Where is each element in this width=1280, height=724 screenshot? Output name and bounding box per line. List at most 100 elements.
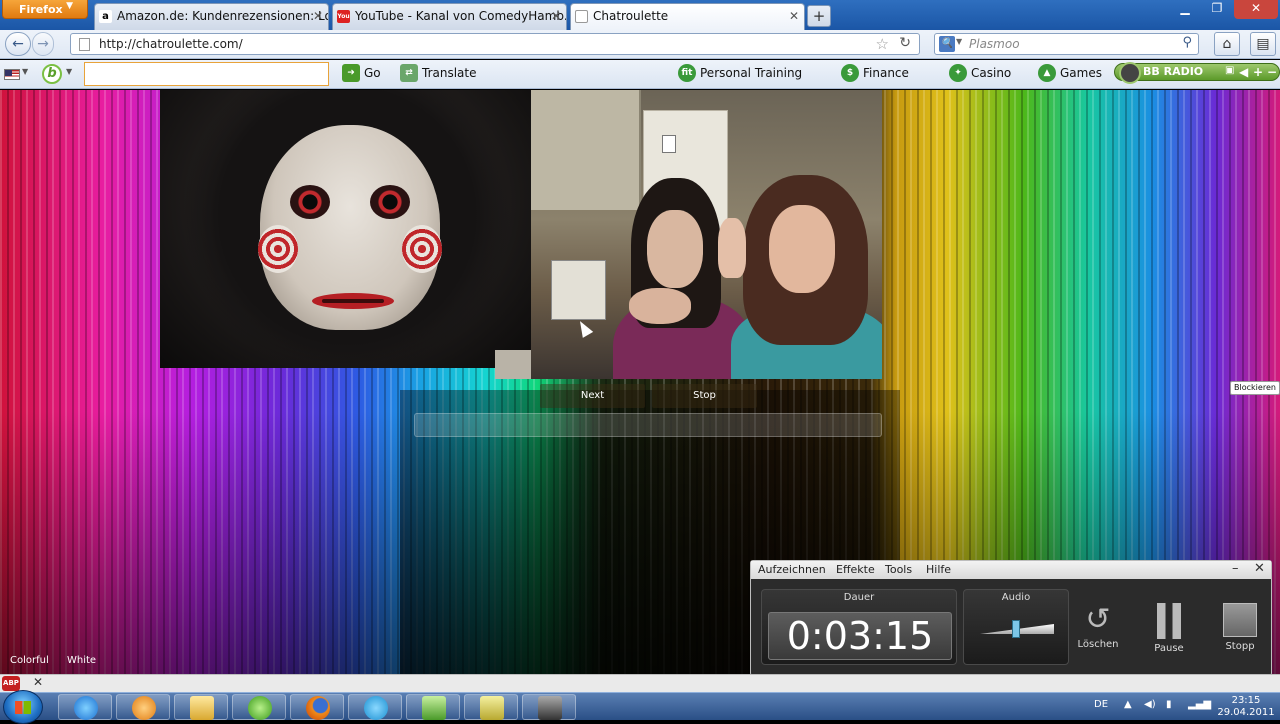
skype-icon <box>364 696 388 720</box>
signal-icon[interactable]: ▂▄▆ <box>1188 699 1211 710</box>
taskbar-explorer[interactable] <box>174 694 228 720</box>
volume-icon[interactable]: ◀ <box>1239 65 1248 79</box>
fridge-note <box>662 135 676 153</box>
language-indicator[interactable]: DE <box>1094 699 1108 710</box>
network-icon <box>422 696 446 720</box>
power-icon[interactable]: ▮ <box>1166 699 1172 710</box>
url-bar[interactable]: http://chatroulette.com/ ☆ ↻ <box>70 33 920 55</box>
link-games[interactable]: ▲ Games <box>1038 64 1102 82</box>
taskbar-icq[interactable] <box>232 694 286 720</box>
menu-aufzeichnen[interactable]: Aufzeichnen <box>758 563 826 576</box>
link-label: Finance <box>863 66 909 80</box>
link-finance[interactable]: $ Finance <box>841 64 909 82</box>
home-button[interactable]: ⌂ <box>1214 32 1240 56</box>
toolbar-search-input[interactable] <box>84 62 329 86</box>
close-icon[interactable]: ✕ <box>33 675 43 689</box>
babylon-logo-icon[interactable]: b <box>42 64 62 84</box>
navigation-bar: ← → http://chatroulette.com/ ☆ ↻ 🔍 ▼ Pla… <box>0 30 1280 59</box>
volume-icon[interactable]: ◀) <box>1144 699 1156 710</box>
translate-button[interactable]: ⇄ Translate <box>400 64 477 82</box>
bookmarks-button[interactable]: ▤ <box>1250 32 1276 56</box>
tab-youtube[interactable]: You YouTube - Kanal von ComedyHamb... ✕ <box>332 3 567 30</box>
firefox-menu-label: Firefox <box>19 3 63 16</box>
menu-tools[interactable]: Tools <box>885 563 912 576</box>
volume-down-button[interactable]: − <box>1267 65 1277 79</box>
hand <box>629 288 691 324</box>
mask-eye-right <box>370 185 410 219</box>
notes-icon <box>480 696 504 720</box>
translate-icon: ⇄ <box>400 64 418 82</box>
tab-amazon[interactable]: a Amazon.de: Kundenrezensionen: Log... ✕ <box>94 3 329 30</box>
stop-recording-button[interactable]: Stopp <box>1215 603 1265 652</box>
go-button[interactable]: ➜ Go <box>342 64 381 82</box>
mouse-cursor-icon <box>574 318 594 338</box>
taskbar-recorder[interactable] <box>522 694 576 720</box>
close-icon[interactable]: ✕ <box>551 9 561 23</box>
radio-dropdown-icon[interactable]: ▣ <box>1225 65 1234 76</box>
stop-button[interactable]: Stop <box>652 384 757 408</box>
radio-label: BB RADIO <box>1143 65 1204 78</box>
minimize-button[interactable]: ▁ <box>1170 0 1200 19</box>
close-icon[interactable]: ✕ <box>313 9 323 23</box>
close-icon[interactable]: ✕ <box>1254 561 1265 576</box>
theme-white-link[interactable]: White <box>67 655 96 666</box>
mask-cheek-right <box>402 225 442 273</box>
taskbar-notes[interactable] <box>464 694 518 720</box>
audio-label: Audio <box>1001 592 1031 603</box>
clock-time: 23:15 <box>1231 695 1261 706</box>
link-casino[interactable]: ✦ Casino <box>949 64 1011 82</box>
tab-chatroulette[interactable]: Chatroulette ✕ <box>570 3 805 30</box>
addon-bar: ABP ✕ <box>0 674 1280 692</box>
search-input[interactable]: 🔍 ▼ Plasmoo ⚲ <box>934 33 1199 55</box>
adblock-plus-icon[interactable]: ABP <box>2 676 20 691</box>
block-button[interactable]: Blockieren <box>1230 381 1280 395</box>
mask-eye-left <box>290 185 330 219</box>
firefox-menu-button[interactable]: Firefox ▼ <box>2 0 88 19</box>
translate-label: Translate <box>422 66 477 80</box>
chevron-up-icon[interactable]: ▲ <box>1124 699 1132 710</box>
chat-input[interactable] <box>414 413 882 437</box>
minimize-icon[interactable]: – <box>1232 561 1239 576</box>
theme-colorful-link[interactable]: Colorful <box>10 655 49 666</box>
bb-radio-widget[interactable]: BB RADIO ▣ ◀ + − <box>1114 62 1280 84</box>
us-flag-icon[interactable] <box>4 69 20 80</box>
close-icon[interactable]: ✕ <box>789 9 799 23</box>
audio-slider-knob[interactable] <box>1012 620 1020 638</box>
chevron-down-icon: ▼ <box>66 67 73 76</box>
taskbar-ie[interactable] <box>58 694 112 720</box>
games-icon: ▲ <box>1038 64 1056 82</box>
clock-date: 29.04.2011 <box>1217 707 1275 718</box>
saw-mask <box>258 125 442 330</box>
tab-title: Chatroulette <box>593 9 669 23</box>
search-icon[interactable]: ⚲ <box>1182 35 1192 50</box>
search-engine-icon[interactable]: 🔍 <box>939 36 955 52</box>
new-tab-button[interactable]: + <box>807 5 831 27</box>
start-button[interactable] <box>3 690 43 724</box>
next-button[interactable]: Next <box>540 384 645 408</box>
person-right <box>731 175 882 379</box>
delete-button[interactable]: ↺ Löschen <box>1073 601 1123 650</box>
taskbar-firefox[interactable] <box>290 694 344 720</box>
casino-chip-icon: ✦ <box>949 64 967 82</box>
search-placeholder: Plasmoo <box>969 37 1020 51</box>
reload-icon[interactable]: ↻ <box>899 35 911 51</box>
taskbar-clock[interactable]: 23:15 29.04.2011 <box>1216 695 1276 719</box>
taskbar-skype[interactable] <box>348 694 402 720</box>
volume-up-button[interactable]: + <box>1253 65 1263 79</box>
media-player-icon <box>132 696 156 720</box>
own-webcam-frame <box>495 350 531 379</box>
duration-label: Dauer <box>843 592 875 603</box>
menu-effekte[interactable]: Effekte <box>836 563 875 576</box>
link-personal-training[interactable]: fit Personal Training <box>678 64 802 82</box>
maximize-button[interactable]: ❐ <box>1202 0 1232 19</box>
dollar-icon: $ <box>841 64 859 82</box>
bookmark-star-icon[interactable]: ☆ <box>876 35 889 53</box>
menu-hilfe[interactable]: Hilfe <box>926 563 951 576</box>
taskbar-media-player[interactable] <box>116 694 170 720</box>
back-button[interactable]: ← <box>5 32 31 56</box>
forward-button[interactable]: → <box>32 32 54 56</box>
pause-button[interactable]: Pause <box>1144 603 1194 654</box>
windows-taskbar: DE ▲ ◀) ▮ ▂▄▆ 23:15 29.04.2011 <box>0 690 1280 724</box>
taskbar-network[interactable] <box>406 694 460 720</box>
close-window-button[interactable]: ✕ <box>1234 0 1278 19</box>
